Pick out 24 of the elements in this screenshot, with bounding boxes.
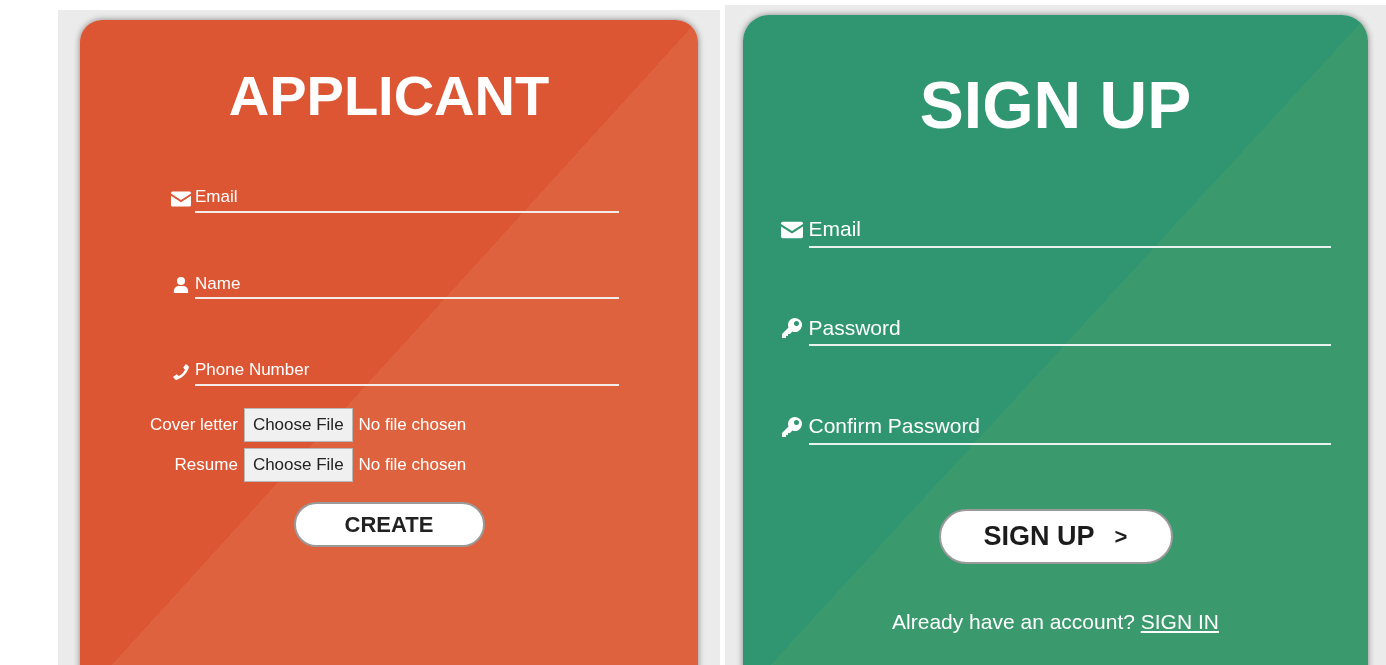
- upload-label: Resume: [174, 453, 238, 476]
- text-field[interactable]: Confirm Password: [808, 410, 1331, 445]
- envelope-icon: [171, 190, 191, 207]
- person-icon: [171, 277, 191, 293]
- choose-file-button[interactable]: Choose File: [243, 447, 353, 482]
- file-status: No file chosen: [358, 413, 468, 436]
- signin-prompt: Already have an account? SIGN IN: [892, 608, 1219, 635]
- key-icon: [780, 416, 803, 437]
- card-title: SIGN UP: [919, 67, 1192, 143]
- create-button[interactable]: CREATE: [293, 501, 485, 547]
- choose-file-button[interactable]: Choose File: [243, 407, 353, 442]
- card-title: APPLICANT: [228, 64, 550, 128]
- text-field[interactable]: Email: [808, 213, 1331, 248]
- key-icon: [780, 318, 803, 338]
- text-field[interactable]: Password: [808, 311, 1331, 346]
- text-field[interactable]: Email: [195, 184, 619, 213]
- text-field[interactable]: Phone Number: [195, 357, 619, 386]
- file-status: No file chosen: [358, 453, 468, 476]
- phone-icon: [171, 363, 191, 380]
- upload-label: Cover letter: [150, 413, 238, 436]
- text-field[interactable]: Name: [195, 270, 619, 299]
- sign-up-button[interactable]: SIGN UP >: [938, 508, 1173, 564]
- envelope-icon: [780, 219, 803, 240]
- sign-in-link[interactable]: SIGN IN: [1140, 609, 1219, 633]
